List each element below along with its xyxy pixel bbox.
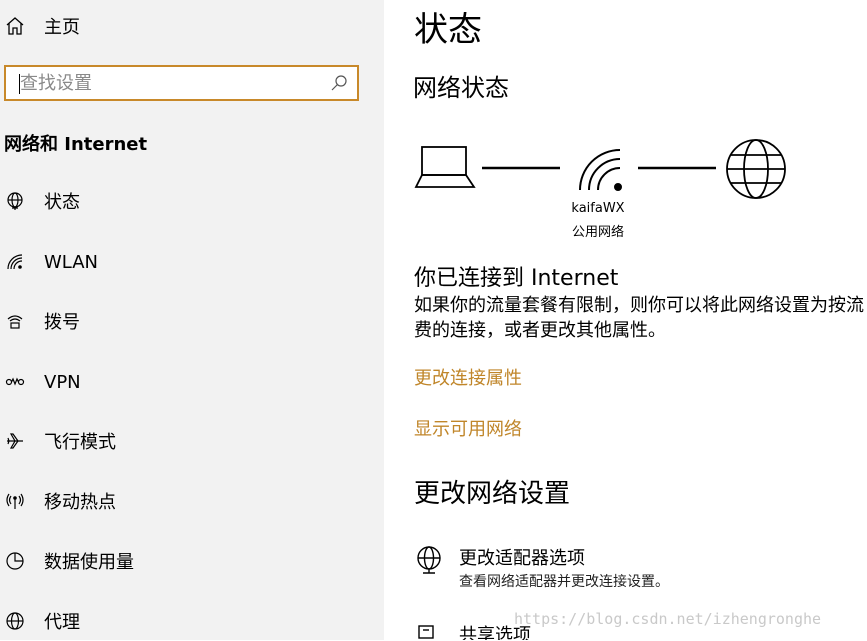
- network-name: kaifaWX: [571, 201, 625, 216]
- sidebar-item-wlan[interactable]: WLAN: [0, 242, 384, 282]
- description-line: 如果你的流量套餐有限制，则你可以将此网络设置为按流: [414, 295, 864, 316]
- sidebar-item-vpn[interactable]: VPN: [0, 362, 384, 402]
- vpn-icon: [4, 371, 26, 393]
- watermark: https://blog.csdn.net/izhengronghe: [514, 610, 822, 628]
- home-icon: [4, 15, 26, 37]
- hotspot-icon: [4, 490, 26, 512]
- wifi-signal-icon: [579, 149, 622, 191]
- sidebar-item-label: 飞行模式: [44, 432, 116, 453]
- adapter-options-item[interactable]: 更改适配器选项 查看网络适配器并更改连接设置。: [414, 545, 867, 591]
- metered-description: 如果你的流量套餐有限制，则你可以将此网络设置为按流 费的连接，或者更改其他属性。: [414, 293, 867, 343]
- sidebar-item-dialup[interactable]: 拨号: [0, 301, 384, 341]
- sidebar-item-proxy[interactable]: 代理: [0, 601, 384, 641]
- sidebar-item-airplane-mode[interactable]: 飞行模式: [0, 421, 384, 461]
- network-type: 公用网络: [571, 225, 624, 240]
- wifi-icon: [4, 251, 26, 273]
- section-title: 网络和 Internet: [4, 134, 148, 155]
- change-network-settings-heading: 更改网络设置: [414, 479, 571, 509]
- change-connection-properties-link[interactable]: 更改连接属性: [414, 364, 522, 390]
- globe-status-icon: [4, 190, 26, 212]
- main-content: 状态 网络状态 kaifaWX 公用网络 你已连接到 Internet 如果你的…: [384, 0, 867, 640]
- sharing-icon: [414, 622, 444, 640]
- page-title: 状态: [414, 10, 482, 50]
- sidebar-item-hotspot[interactable]: 移动热点: [0, 481, 384, 521]
- adapter-globe-icon: [414, 545, 444, 575]
- sidebar-item-label: 代理: [44, 612, 80, 633]
- sidebar-item-label: 拨号: [44, 312, 80, 333]
- sidebar-item-label: WLAN: [44, 251, 99, 273]
- adapter-options-desc: 查看网络适配器并更改连接设置。: [459, 574, 669, 590]
- sidebar-item-data-usage[interactable]: 数据使用量: [0, 541, 384, 581]
- sidebar-item-home[interactable]: 主页: [0, 6, 384, 46]
- airplane-icon: [4, 430, 26, 452]
- show-available-networks-link[interactable]: 显示可用网络: [414, 415, 522, 441]
- search-icon[interactable]: [329, 73, 349, 93]
- proxy-globe-icon: [4, 610, 26, 632]
- sidebar-item-label: 状态: [44, 192, 80, 213]
- network-status-heading: 网络状态: [413, 74, 509, 102]
- data-usage-icon: [4, 550, 26, 572]
- description-line: 费的连接，或者更改其他属性。: [414, 320, 666, 341]
- sidebar-item-label: 数据使用量: [44, 552, 134, 573]
- sidebar: 主页 网络和 Internet 状态 WLAN: [0, 0, 384, 640]
- adapter-options-title: 更改适配器选项: [459, 548, 585, 569]
- dialup-icon: [4, 310, 26, 332]
- laptop-icon: [414, 146, 476, 188]
- sidebar-item-status[interactable]: 状态: [0, 181, 384, 221]
- search-field[interactable]: [4, 65, 359, 101]
- connection-status-text: 你已连接到 Internet: [414, 266, 619, 291]
- sidebar-item-label: 移动热点: [44, 492, 116, 513]
- sidebar-item-label: VPN: [44, 371, 81, 393]
- internet-globe-icon: [726, 139, 786, 199]
- search-input[interactable]: [20, 71, 320, 95]
- sidebar-item-label: 主页: [44, 17, 80, 38]
